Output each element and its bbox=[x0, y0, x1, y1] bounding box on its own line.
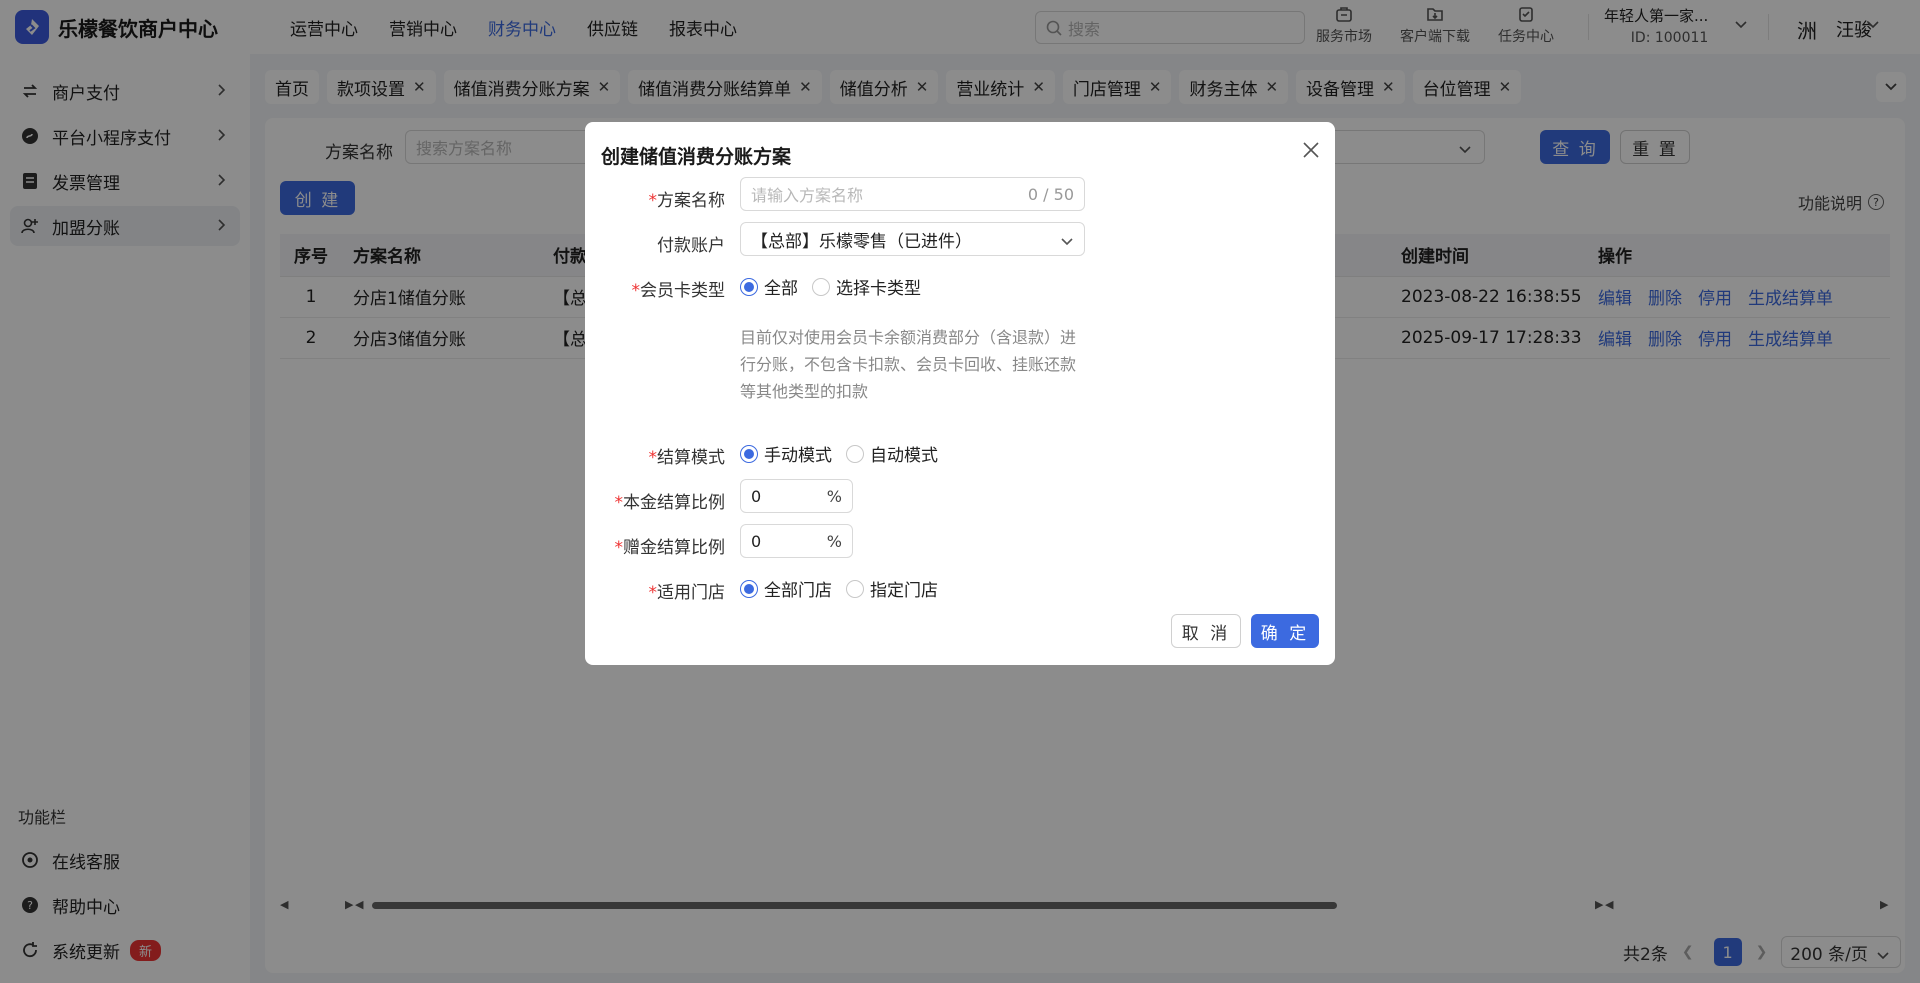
close-icon[interactable] bbox=[1302, 141, 1320, 159]
form-label-text: 本金结算比例 bbox=[623, 493, 725, 513]
form-label: *结算模式 bbox=[648, 448, 726, 468]
radio-label: 自动模式 bbox=[870, 446, 938, 466]
store-radio-group: 全部门店 指定门店 bbox=[740, 576, 952, 601]
percent-suffix: % bbox=[826, 531, 842, 551]
form-label-text: 适用门店 bbox=[657, 583, 725, 603]
form-label-text: 结算模式 bbox=[657, 448, 725, 468]
input-placeholder: 请输入方案名称 bbox=[751, 186, 864, 205]
percent-suffix: % bbox=[826, 486, 842, 506]
form-label: *赠金结算比例 bbox=[614, 538, 726, 558]
radio-unchecked-icon bbox=[846, 444, 864, 463]
form-label: *方案名称 bbox=[648, 191, 726, 211]
card-type-radio-group: 全部 选择卡类型 bbox=[740, 274, 935, 299]
radio-label: 选择卡类型 bbox=[836, 279, 921, 299]
radio-all-stores[interactable]: 全部门店 bbox=[740, 576, 832, 601]
radio-unchecked-icon bbox=[812, 277, 830, 296]
plan-name-input[interactable]: 请输入方案名称 0 / 50 bbox=[740, 177, 1085, 211]
radio-checked-icon bbox=[740, 444, 758, 463]
radio-label: 手动模式 bbox=[764, 446, 832, 466]
form-label-text: 赠金结算比例 bbox=[623, 538, 725, 558]
input-value: 0 bbox=[751, 486, 762, 506]
radio-label: 全部门店 bbox=[764, 581, 832, 601]
form-label: *会员卡类型 bbox=[631, 281, 726, 301]
form-label-text: 方案名称 bbox=[657, 191, 725, 211]
input-value: 0 bbox=[751, 531, 762, 551]
radio-checked-icon bbox=[740, 579, 758, 598]
payment-account-select[interactable]: 【总部】乐檬零售（已进件） bbox=[740, 222, 1085, 256]
principal-ratio-input[interactable]: 0 % bbox=[740, 479, 853, 513]
radio-all-cards[interactable]: 全部 bbox=[740, 274, 798, 299]
radio-select-card-type[interactable]: 选择卡类型 bbox=[812, 274, 921, 299]
radio-label: 全部 bbox=[764, 279, 798, 299]
radio-checked-icon bbox=[740, 277, 758, 296]
radio-label: 指定门店 bbox=[870, 581, 938, 601]
card-type-hint: 目前仅对使用会员卡余额消费部分（含退款）进行分账，不包含卡扣款、会员卡回收、挂账… bbox=[740, 328, 1077, 401]
radio-auto-mode[interactable]: 自动模式 bbox=[846, 441, 938, 466]
create-plan-dialog: 创建储值消费分账方案 *方案名称 请输入方案名称 0 / 50 付款账户 【总部… bbox=[585, 122, 1335, 665]
select-value: 【总部】乐檬零售（已进件） bbox=[751, 231, 972, 252]
dialog-title: 创建储值消费分账方案 bbox=[601, 146, 792, 168]
form-label-text: 会员卡类型 bbox=[640, 281, 725, 301]
radio-manual-mode[interactable]: 手动模式 bbox=[740, 441, 832, 466]
radio-specified-stores[interactable]: 指定门店 bbox=[846, 576, 938, 601]
confirm-button[interactable]: 确 定 bbox=[1251, 614, 1319, 648]
form-label: 付款账户 bbox=[657, 236, 725, 256]
form-label: *本金结算比例 bbox=[614, 493, 726, 513]
radio-unchecked-icon bbox=[846, 579, 864, 598]
form-label: *适用门店 bbox=[648, 583, 726, 603]
char-counter: 0 / 50 bbox=[1027, 184, 1074, 204]
chevron-down-icon bbox=[1061, 238, 1073, 246]
cancel-button[interactable]: 取 消 bbox=[1171, 614, 1241, 648]
bonus-ratio-input[interactable]: 0 % bbox=[740, 524, 853, 558]
settlement-mode-radio-group: 手动模式 自动模式 bbox=[740, 441, 952, 466]
